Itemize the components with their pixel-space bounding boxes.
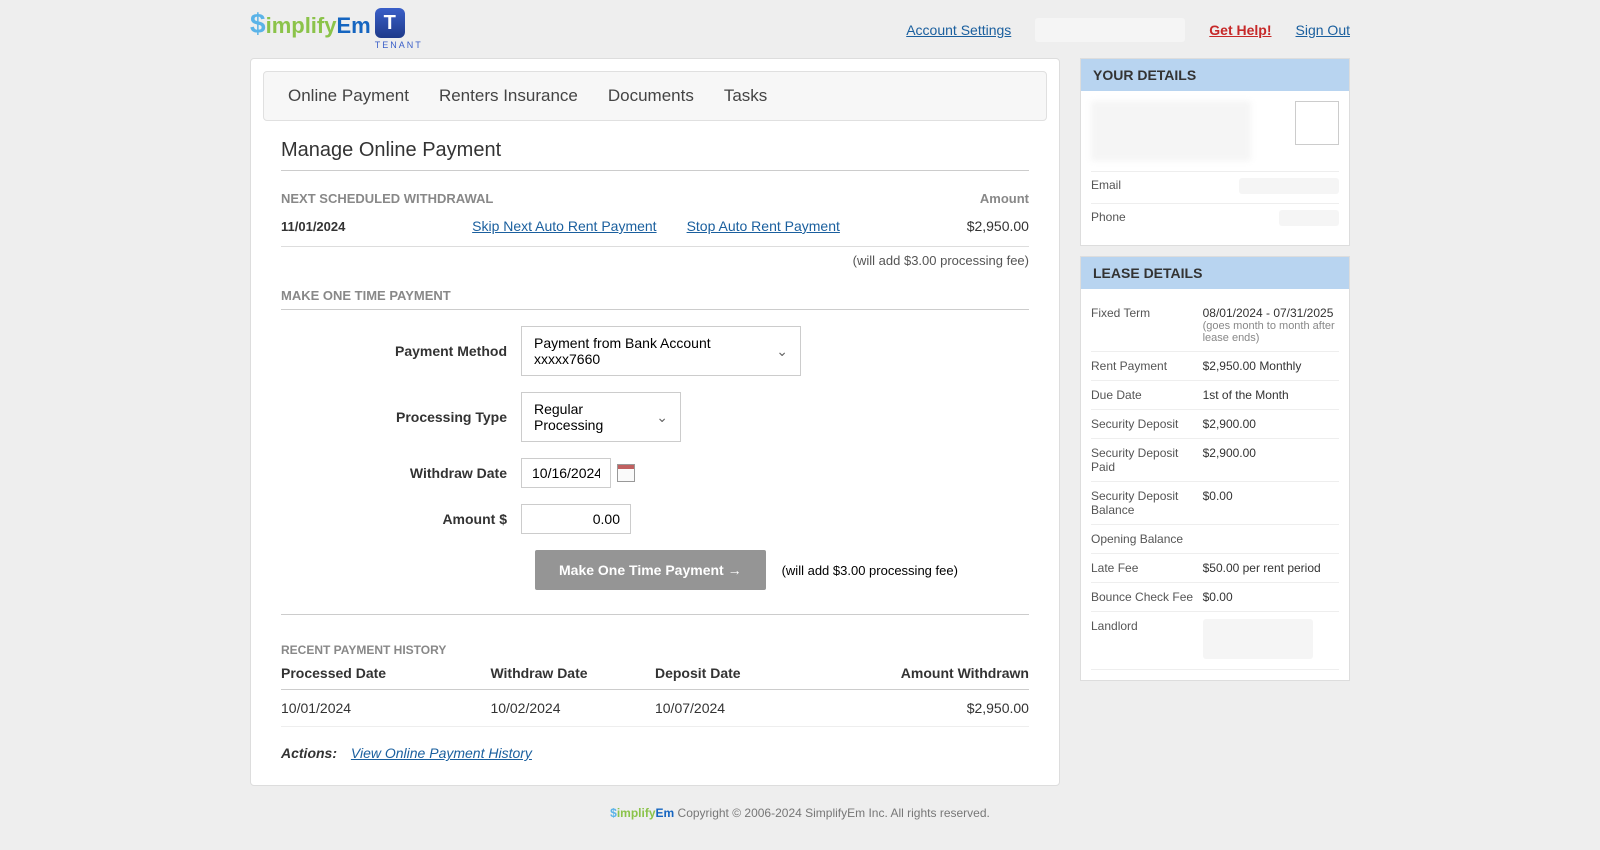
tab-online-payment[interactable]: Online Payment (288, 86, 409, 106)
col-deposit-date: Deposit Date (655, 665, 842, 681)
get-help-link[interactable]: Get Help! (1209, 22, 1271, 38)
col-withdraw-date: Withdraw Date (490, 665, 655, 681)
amount-label: Amount $ (281, 511, 521, 527)
user-name-blurred (1035, 18, 1185, 42)
lease-row: Security Deposit$2,900.00 (1091, 410, 1339, 439)
amount-input[interactable] (521, 504, 631, 534)
tab-documents[interactable]: Documents (608, 86, 694, 106)
email-value-blurred (1239, 178, 1339, 194)
account-settings-link[interactable]: Account Settings (906, 22, 1011, 38)
copyright-text: Copyright © 2006-2024 SimplifyEm Inc. Al… (678, 806, 990, 820)
lease-row: Rent Payment$2,950.00 Monthly (1091, 352, 1339, 381)
processing-type-value: Regular Processing (534, 401, 644, 433)
withdraw-date-input[interactable] (521, 458, 611, 488)
one-time-payment-header: MAKE ONE TIME PAYMENT (281, 288, 451, 303)
stop-auto-payment-link[interactable]: Stop Auto Rent Payment (687, 218, 840, 234)
lease-details-header: LEASE DETAILS (1081, 257, 1349, 289)
lease-row: Bounce Check Fee$0.00 (1091, 583, 1339, 612)
skip-auto-payment-link[interactable]: Skip Next Auto Rent Payment (472, 218, 656, 234)
lease-row: Fixed Term08/01/2024 - 07/31/2025(goes m… (1091, 299, 1339, 352)
col-processed-date: Processed Date (281, 665, 490, 681)
lease-row: Due Date1st of the Month (1091, 381, 1339, 410)
logo[interactable]: $implifyEm T TENANT (250, 8, 423, 50)
next-withdrawal-amount: $2,950.00 (967, 218, 1029, 234)
sign-out-link[interactable]: Sign Out (1296, 22, 1350, 38)
processing-type-select[interactable]: Regular Processing ⌄ (521, 392, 681, 442)
lease-row: Security Deposit Paid$2,900.00 (1091, 439, 1339, 482)
next-withdrawal-date: 11/01/2024 (281, 219, 345, 234)
next-withdrawal-header: NEXT SCHEDULED WITHDRAWAL (281, 191, 493, 206)
tenant-badge-icon: T (375, 8, 405, 38)
your-details-header: YOUR DETAILS (1081, 59, 1349, 91)
view-payment-history-link[interactable]: View Online Payment History (351, 745, 532, 761)
tenant-label: TENANT (375, 40, 423, 50)
phone-label: Phone (1091, 210, 1126, 229)
processing-type-label: Processing Type (281, 409, 521, 425)
payment-method-label: Payment Method (281, 343, 521, 359)
tab-renters-insurance[interactable]: Renters Insurance (439, 86, 578, 106)
col-amount-withdrawn: Amount Withdrawn (842, 665, 1029, 681)
withdrawal-fee-note: (will add $3.00 processing fee) (281, 253, 1029, 268)
email-label: Email (1091, 178, 1121, 197)
footer-logo: $implifyEm (610, 806, 674, 820)
calendar-icon[interactable] (617, 464, 635, 482)
page-title: Manage Online Payment (281, 139, 1029, 162)
chevron-down-icon: ⌄ (656, 409, 668, 426)
tenant-name-blurred (1091, 101, 1251, 161)
lease-row: Landlord (1091, 612, 1339, 670)
make-one-time-payment-button[interactable]: Make One Time Payment → (535, 550, 766, 590)
payment-method-value: Payment from Bank Account xxxxx7660 (534, 335, 764, 367)
lease-row: Opening Balance (1091, 525, 1339, 554)
actions-label: Actions: (281, 745, 337, 761)
withdraw-date-label: Withdraw Date (281, 465, 521, 481)
chevron-down-icon: ⌄ (776, 343, 788, 360)
lease-row: Security Deposit Balance$0.00 (1091, 482, 1339, 525)
history-title: RECENT PAYMENT HISTORY (281, 643, 1029, 657)
lease-row: Late Fee$50.00 per rent period (1091, 554, 1339, 583)
amount-header: Amount (980, 191, 1029, 206)
one-time-fee-note: (will add $3.00 processing fee) (782, 563, 958, 578)
payment-method-select[interactable]: Payment from Bank Account xxxxx7660 ⌄ (521, 326, 801, 376)
tab-tasks[interactable]: Tasks (724, 86, 767, 106)
avatar (1295, 101, 1339, 145)
table-row: 10/01/202410/02/202410/07/2024$2,950.00 (281, 690, 1029, 727)
phone-value-blurred (1279, 210, 1339, 226)
